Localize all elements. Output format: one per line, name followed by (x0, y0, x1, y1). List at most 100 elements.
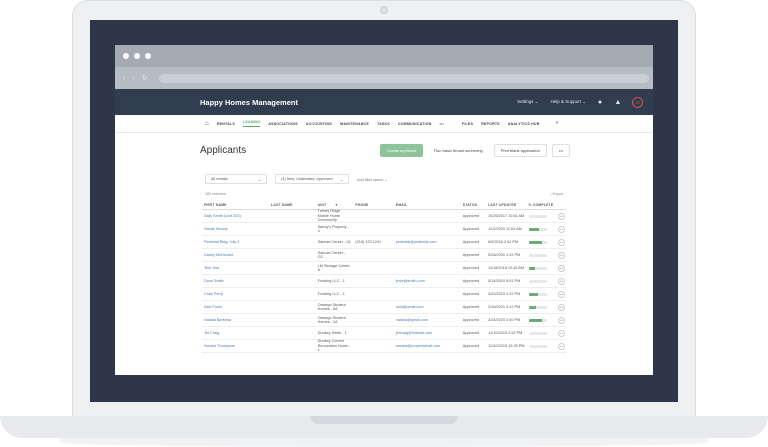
table-row[interactable]: Sandra Thompson Dunkey Current Renovation… (202, 339, 566, 353)
table-row[interactable]: Jet Craig Dunkey Smith - 1 jetcraig@hotmai… (202, 327, 566, 340)
status-cell: Approved (462, 317, 480, 322)
table-row[interactable]: Dave Smith Frosting LLC - 1 jlove@smith.co… (202, 275, 566, 288)
row-more-icon[interactable]: ••• (558, 277, 566, 285)
table-row[interactable]: Test Test LM Storage Center A Approved 11/1… (202, 262, 566, 275)
table-row[interactable]: Chris Perry Frosting LLC - 1 Approved 3/29/… (202, 288, 566, 301)
first-name-cell[interactable]: Sandy Woody (202, 227, 269, 231)
rental-filter[interactable]: All rentals ⌄ (205, 174, 267, 184)
applicants-table: FIRST NAME LAST NAME UNIT ▾ PHONE EMAIL … (202, 202, 566, 353)
chevron-down-icon: ⌄ (339, 177, 343, 182)
search-icon[interactable]: ⌕ (556, 120, 559, 127)
settings-label: Settings (517, 99, 534, 104)
run-screening-button[interactable]: Run basic tenant screening (428, 143, 489, 157)
chat-icon[interactable]: ● (596, 98, 604, 106)
first-name-cell[interactable]: Pedestal Bldg. July 1 (202, 240, 269, 244)
tab-reports[interactable]: REPORTS (481, 122, 500, 126)
export-link[interactable]: ⤓ Export (550, 192, 563, 196)
status-filter[interactable]: (3) New, Undecided, Approved ⌄ (275, 174, 349, 184)
progress-bar (528, 240, 547, 244)
tab-leasing[interactable]: LEASING (242, 120, 261, 127)
col-last-updated[interactable]: LAST UPDATED (486, 203, 526, 207)
progress-bar (528, 253, 547, 257)
forward-icon[interactable]: › (132, 75, 134, 82)
tab-associations[interactable]: ASSOCIATIONS (268, 122, 298, 126)
status-filter-label: (3) New, Undecided, Approved (281, 177, 333, 181)
row-more-icon[interactable]: ••• (558, 264, 566, 272)
first-name-cell[interactable]: Danny McDonald (202, 253, 269, 257)
progress-fill (528, 266, 535, 270)
first-name-cell[interactable]: Chris Perry (202, 292, 269, 296)
back-icon[interactable]: ‹ (123, 75, 125, 82)
email-cell[interactable]: pedestal@pedestal.com (394, 240, 461, 244)
address-bar[interactable] (158, 73, 649, 83)
table-row[interactable]: Sally Smith (Unit 203) Turney Ridge Mobil… (202, 209, 566, 223)
tab-analytics-hub[interactable]: ANALYTICS HUB (508, 122, 540, 126)
email-cell[interactable]: nick@pouls.com (394, 305, 461, 309)
window-minimize-dot[interactable] (134, 53, 140, 59)
window-maximize-dot[interactable] (145, 53, 151, 59)
col-last-name[interactable]: LAST NAME (269, 203, 316, 207)
settings-menu[interactable]: Settings ⌄ (517, 99, 538, 105)
first-name-cell[interactable]: Dave Smith (202, 279, 269, 283)
col-email[interactable]: EMAIL (394, 203, 461, 207)
avatar[interactable]: JS (632, 96, 643, 108)
unit-cell: Dunkey Current Renovation Home - 1 (317, 339, 351, 353)
progress-fill (528, 292, 539, 296)
first-name-cell[interactable]: Natalia Barbosa (202, 318, 269, 322)
email-cell[interactable]: natalia@gmail.com (394, 318, 461, 322)
bell-icon[interactable]: ▲ (614, 98, 622, 106)
row-more-icon[interactable]: ••• (558, 342, 566, 350)
tab-tasks[interactable]: TASKS (377, 122, 390, 126)
tab-files[interactable]: FILES (462, 122, 473, 126)
window-close-dot[interactable] (123, 53, 129, 59)
more-actions-button[interactable]: ••• (551, 143, 570, 157)
print-blank-application-button[interactable]: Print blank application (493, 143, 547, 157)
first-name-cell[interactable]: Sally Smith (Unit 203) (202, 214, 269, 218)
tab-accounting[interactable]: ACCOUNTING (306, 122, 332, 126)
col-unit[interactable]: UNIT ▾ (316, 203, 354, 207)
row-more-icon[interactable]: ••• (558, 329, 566, 337)
reload-icon[interactable]: ↻ (142, 74, 148, 82)
status-cell: Approved (462, 291, 480, 296)
tab-rentals[interactable]: RENTALS (217, 122, 235, 126)
tab-maintenance[interactable]: MAINTENANCE (340, 122, 369, 126)
email-cell[interactable]: jetcraig@hotmail.com (394, 331, 461, 335)
tab-more[interactable]: ••• (440, 122, 444, 126)
home-icon[interactable]: ⌂ (205, 121, 209, 127)
first-name-cell[interactable]: Jet Craig (202, 331, 269, 335)
first-name-cell[interactable]: Sandra Thompson (202, 344, 269, 348)
table-row[interactable]: Danny McDonald Samuel Center - G2 Approved… (202, 249, 566, 262)
add-filter-link[interactable]: Add filter option ⌄ (357, 177, 388, 182)
row-more-icon[interactable]: ••• (558, 251, 566, 259)
complete-cell (527, 331, 558, 335)
row-more-icon[interactable]: ••• (558, 238, 566, 246)
row-more-icon[interactable]: ••• (558, 303, 566, 311)
row-more-icon[interactable]: ••• (558, 225, 566, 233)
row-more-icon[interactable]: ••• (558, 212, 566, 220)
col-unit-label: UNIT (317, 203, 327, 208)
col-phone[interactable]: PHONE (353, 203, 393, 207)
table-row[interactable]: Pedestal Bldg. July 1 Samuel Center - 04 (… (202, 236, 566, 249)
table-body: Sally Smith (Unit 203) Turney Ridge Mobil… (202, 209, 566, 353)
laptop-mockup: ‹ › ↻ Happy Homes Management Settings ⌄ … (0, 0, 768, 447)
row-more-icon[interactable]: ••• (558, 316, 566, 324)
row-actions: ••• (557, 342, 566, 350)
last-updated-cell: 2/16/2021 3:12 PM (488, 304, 521, 309)
table-row[interactable]: Nick Pouls Oswego Student Homes - 5A nick@… (202, 301, 566, 314)
col-first-name[interactable]: FIRST NAME (202, 203, 269, 207)
export-icon: ⤓ (550, 192, 552, 196)
row-more-icon[interactable]: ••• (558, 290, 566, 298)
tab-communication[interactable]: COMMUNICATION (398, 122, 432, 126)
col-complete[interactable]: % COMPLETE (527, 203, 558, 207)
create-applicant-button[interactable]: Create applicant (380, 143, 424, 157)
unit-cell: Frosting LLC - 1 (317, 278, 345, 283)
table-row[interactable]: Natalia Barbosa Oswego Student Homes - 2A… (202, 314, 566, 327)
email-cell[interactable]: jlove@smith.com (394, 279, 461, 283)
help-menu[interactable]: Help & Support ⌄ (550, 99, 586, 105)
col-status[interactable]: STATUS (461, 203, 486, 207)
first-name-cell[interactable]: Test Test (202, 266, 269, 270)
table-row[interactable]: Sandy Woody Sandy's Property - 4 Approved 1… (202, 223, 566, 236)
first-name-cell[interactable]: Nick Pouls (202, 305, 269, 309)
email-cell[interactable]: sandra@propertymail.com (394, 344, 461, 348)
app-title[interactable]: Happy Homes Management (200, 98, 505, 107)
